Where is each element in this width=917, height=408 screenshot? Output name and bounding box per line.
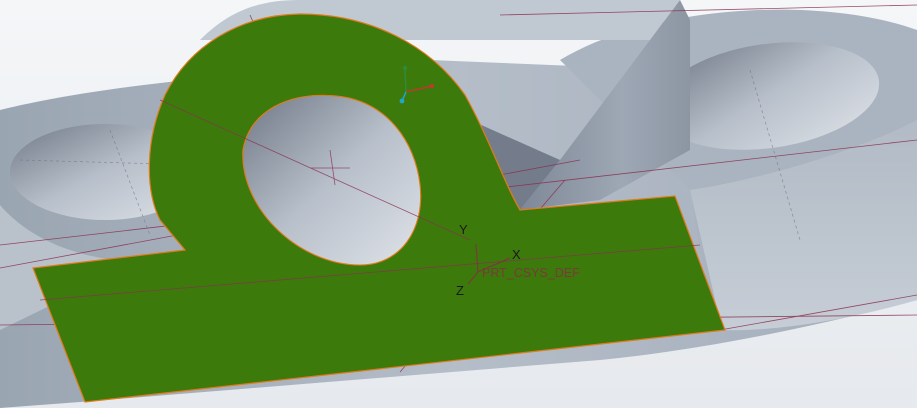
csys-name-label[interactable]: PRT_CSYS_DEF	[482, 266, 580, 280]
csys-y-label: Y	[459, 222, 468, 237]
3d-model-viewport[interactable]: Y X Z PRT_CSYS_DEF	[0, 0, 917, 408]
model-canvas[interactable]: Y X Z PRT_CSYS_DEF	[0, 0, 917, 408]
csys-z-label: Z	[456, 283, 464, 298]
csys-x-label: X	[512, 247, 521, 262]
